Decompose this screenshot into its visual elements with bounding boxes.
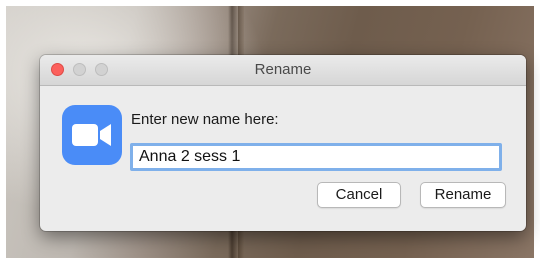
window-title: Rename <box>254 61 312 78</box>
zoom-video-camera-icon <box>62 105 122 165</box>
title-bar[interactable]: Rename <box>40 55 526 86</box>
cancel-button[interactable]: Cancel <box>317 182 401 208</box>
rename-dialog: Rename Enter new name here: Cancel Renam… <box>40 55 526 231</box>
prompt-label: Enter new name here: <box>131 111 279 128</box>
rename-button[interactable]: Rename <box>420 182 506 208</box>
name-input[interactable] <box>130 143 502 171</box>
